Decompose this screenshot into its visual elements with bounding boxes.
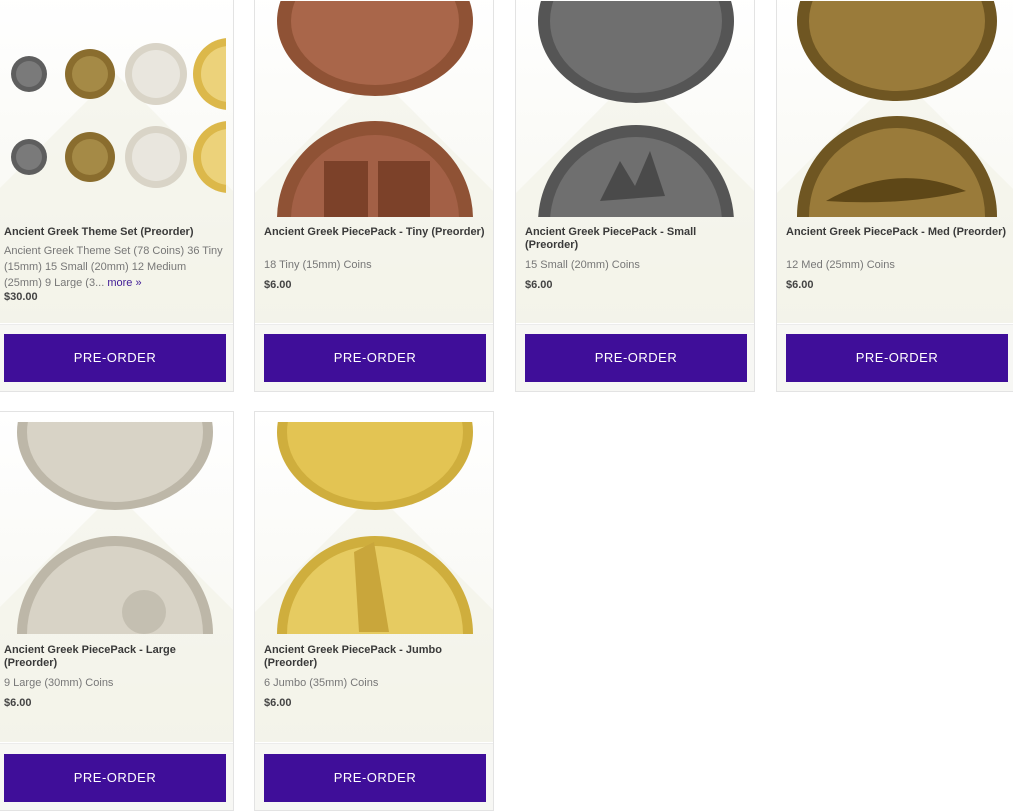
coin-set-image	[11, 38, 226, 193]
product-image-link[interactable]	[4, 1, 226, 217]
product-price: $6.00	[786, 279, 814, 291]
product-image-link[interactable]	[4, 422, 226, 634]
product-card: Ancient Greek Theme Set (Preorder) Ancie…	[0, 0, 234, 392]
product-card: Ancient Greek PiecePack - Tiny (Preorder…	[254, 0, 494, 392]
product-image-link[interactable]	[264, 1, 486, 217]
product-title[interactable]: Ancient Greek PiecePack - Tiny (Preorder…	[264, 226, 486, 239]
product-price: $6.00	[264, 279, 292, 291]
product-card: Ancient Greek PiecePack - Jumbo (Preorde…	[254, 411, 494, 811]
product-description: 9 Large (30mm) Coins	[4, 677, 114, 689]
product-image-link[interactable]	[525, 1, 747, 217]
product-title[interactable]: Ancient Greek Theme Set (Preorder)	[4, 226, 226, 239]
pre-order-button[interactable]: PRE-ORDER	[264, 334, 486, 382]
more-link[interactable]: more »	[107, 277, 141, 288]
product-description: 12 Med (25mm) Coins	[786, 259, 895, 271]
product-description: 15 Small (20mm) Coins	[525, 259, 640, 271]
product-title[interactable]: Ancient Greek PiecePack - Jumbo (Preorde…	[264, 644, 486, 670]
copper-coin-image	[277, 1, 473, 217]
product-description: 6 Jumbo (35mm) Coins	[264, 677, 379, 689]
product-price: $6.00	[4, 697, 32, 709]
product-title[interactable]: Ancient Greek PiecePack - Large (Preorde…	[4, 644, 226, 670]
product-title[interactable]: Ancient Greek PiecePack - Small (Preorde…	[525, 226, 747, 252]
product-description: Ancient Greek Theme Set (78 Coins) 36 Ti…	[4, 243, 226, 288]
product-card: Ancient Greek PiecePack - Small (Preorde…	[515, 0, 755, 392]
product-description: 18 Tiny (15mm) Coins	[264, 259, 372, 271]
product-image-link[interactable]	[786, 1, 1008, 217]
product-title[interactable]: Ancient Greek PiecePack - Med (Preorder)	[786, 226, 1008, 239]
pewter-coin-image	[538, 1, 734, 217]
product-price: $6.00	[264, 697, 292, 709]
product-image-link[interactable]	[264, 422, 486, 634]
product-card: Ancient Greek PiecePack - Large (Preorde…	[0, 411, 234, 811]
product-card: Ancient Greek PiecePack - Med (Preorder)…	[776, 0, 1013, 392]
pre-order-button[interactable]: PRE-ORDER	[786, 334, 1008, 382]
pre-order-button[interactable]: PRE-ORDER	[4, 754, 226, 802]
product-price: $30.00	[4, 291, 38, 303]
pre-order-button[interactable]: PRE-ORDER	[4, 334, 226, 382]
pre-order-button[interactable]: PRE-ORDER	[264, 754, 486, 802]
silver-coin-image	[17, 422, 213, 634]
bronze-coin-image	[797, 1, 997, 217]
pre-order-button[interactable]: PRE-ORDER	[525, 334, 747, 382]
product-price: $6.00	[525, 279, 553, 291]
gold-coin-image	[277, 422, 473, 634]
